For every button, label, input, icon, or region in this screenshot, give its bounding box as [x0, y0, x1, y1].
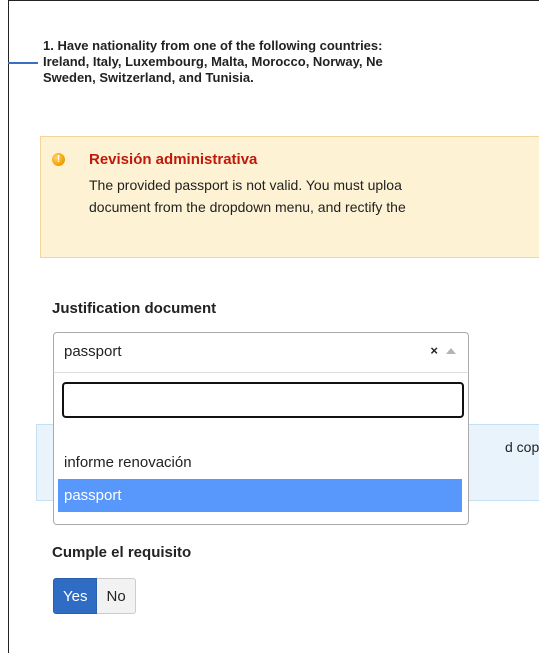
requirement-text: 1. Have nationality from one of the foll… — [43, 38, 539, 86]
requirement-line-3: Sweden, Switzerland, and Tunisia. — [43, 70, 254, 85]
alert-message: The provided passport is not valid. You … — [89, 174, 539, 218]
admin-review-alert: ! Revisión administrativa The provided p… — [40, 136, 539, 258]
info-panel-text: d copy c — [505, 439, 539, 455]
page: 1. Have nationality from one of the foll… — [0, 0, 539, 653]
justification-document-label: Justification document — [52, 300, 217, 317]
cumple-requisito-toggle: Yes No — [53, 578, 136, 614]
dropdown-option-informe-renovacion[interactable]: informe renovación — [58, 446, 462, 479]
chevron-up-icon[interactable] — [446, 348, 456, 354]
warning-icon: ! — [52, 153, 65, 166]
no-button[interactable]: No — [97, 578, 136, 614]
select-current-value: passport — [64, 343, 122, 360]
select-dropdown: informe renovación passport — [53, 372, 469, 525]
alert-message-line-1: The provided passport is not valid. You … — [89, 177, 402, 193]
clear-icon[interactable]: × — [430, 343, 438, 358]
frame-border-left — [8, 0, 9, 653]
dropdown-search-input[interactable] — [62, 382, 464, 418]
alert-title: Revisión administrativa — [89, 151, 258, 168]
requirement-line-1: 1. Have nationality from one of the foll… — [43, 38, 383, 53]
cumple-requisito-label: Cumple el requisito — [52, 544, 192, 561]
alert-message-line-2: document from the dropdown menu, and rec… — [89, 199, 406, 215]
requirement-line-2: Ireland, Italy, Luxembourg, Malta, Moroc… — [43, 54, 383, 69]
justification-document-select[interactable]: passport × — [53, 332, 469, 372]
section-marker — [8, 62, 38, 64]
dropdown-option-passport[interactable]: passport — [58, 479, 462, 512]
yes-button[interactable]: Yes — [53, 578, 98, 614]
frame-border-top — [8, 0, 539, 1]
